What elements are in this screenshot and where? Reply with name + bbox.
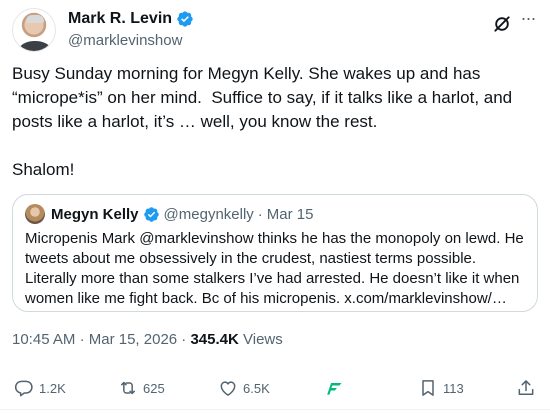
tweet-timestamp: 10:45 AM · Mar 15, 2026 · 345.4K Views <box>12 331 283 348</box>
tweet-header: Mark R. Levin @marklevinshow ··· <box>12 6 538 54</box>
quoted-author-handle: @megynkelly <box>163 205 254 223</box>
bookmark-count: 113 <box>443 380 464 396</box>
quoted-author-avatar <box>25 204 45 224</box>
repost-count: 625 <box>143 380 165 396</box>
author-handle[interactable]: @marklevinshow <box>68 32 182 49</box>
bookmark-button[interactable]: 113 <box>418 378 464 398</box>
analytics-icon <box>326 383 342 395</box>
author-name-row: Mark R. Levin <box>68 10 194 28</box>
quoted-date: Mar 15 <box>266 205 314 223</box>
quoted-separator: · <box>257 205 263 223</box>
repost-button[interactable]: 625 <box>118 378 165 398</box>
quoted-tweet-header: Megyn Kelly @megynkelly · Mar 15 <box>25 204 313 224</box>
author-avatar[interactable] <box>12 8 56 52</box>
reply-icon <box>14 380 33 397</box>
quoted-tweet[interactable]: Megyn Kelly @megynkelly · Mar 15 Micrope… <box>12 194 538 312</box>
bookmark-icon <box>422 380 434 396</box>
action-bar: 1.2K 625 6.5K 113 <box>12 378 538 400</box>
views-count: 345.4K <box>190 331 239 348</box>
verified-badge-icon <box>143 206 159 222</box>
tweet-date[interactable]: Mar 15, 2026 <box>89 331 177 348</box>
heart-icon <box>220 381 236 396</box>
reply-button[interactable]: 1.2K <box>14 378 66 398</box>
tweet-time[interactable]: 10:45 AM <box>12 331 75 348</box>
more-icon[interactable]: ··· <box>518 9 538 32</box>
meta-separator: · <box>79 331 85 348</box>
views-label: Views <box>243 331 283 348</box>
quoted-tweet-text: Micropenis Mark @marklevinshow thinks he… <box>25 230 524 307</box>
verified-badge-icon <box>177 11 193 27</box>
repost-icon <box>121 381 135 395</box>
meta-separator: · <box>181 331 187 348</box>
tweet-text: Busy Sunday morning for Megyn Kelly. She… <box>12 64 513 179</box>
analytics-button[interactable] <box>324 378 344 398</box>
share-icon <box>518 380 534 395</box>
like-button[interactable]: 6.5K <box>218 378 270 398</box>
quoted-author-name: Megyn Kelly <box>51 205 139 223</box>
reply-count: 1.2K <box>39 380 66 396</box>
author-name[interactable]: Mark R. Levin <box>68 10 172 28</box>
divider <box>0 409 550 410</box>
like-count: 6.5K <box>243 380 270 396</box>
grok-icon[interactable] <box>492 14 512 34</box>
share-button[interactable] <box>516 378 536 398</box>
